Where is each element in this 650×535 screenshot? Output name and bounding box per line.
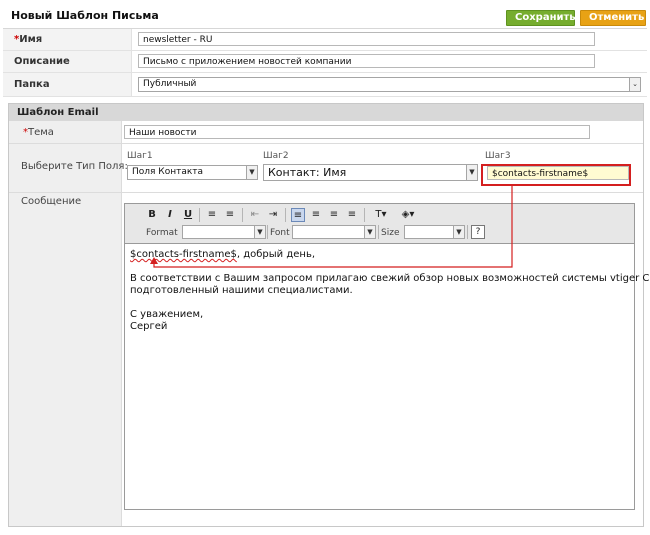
annotation-arrow xyxy=(150,186,513,268)
